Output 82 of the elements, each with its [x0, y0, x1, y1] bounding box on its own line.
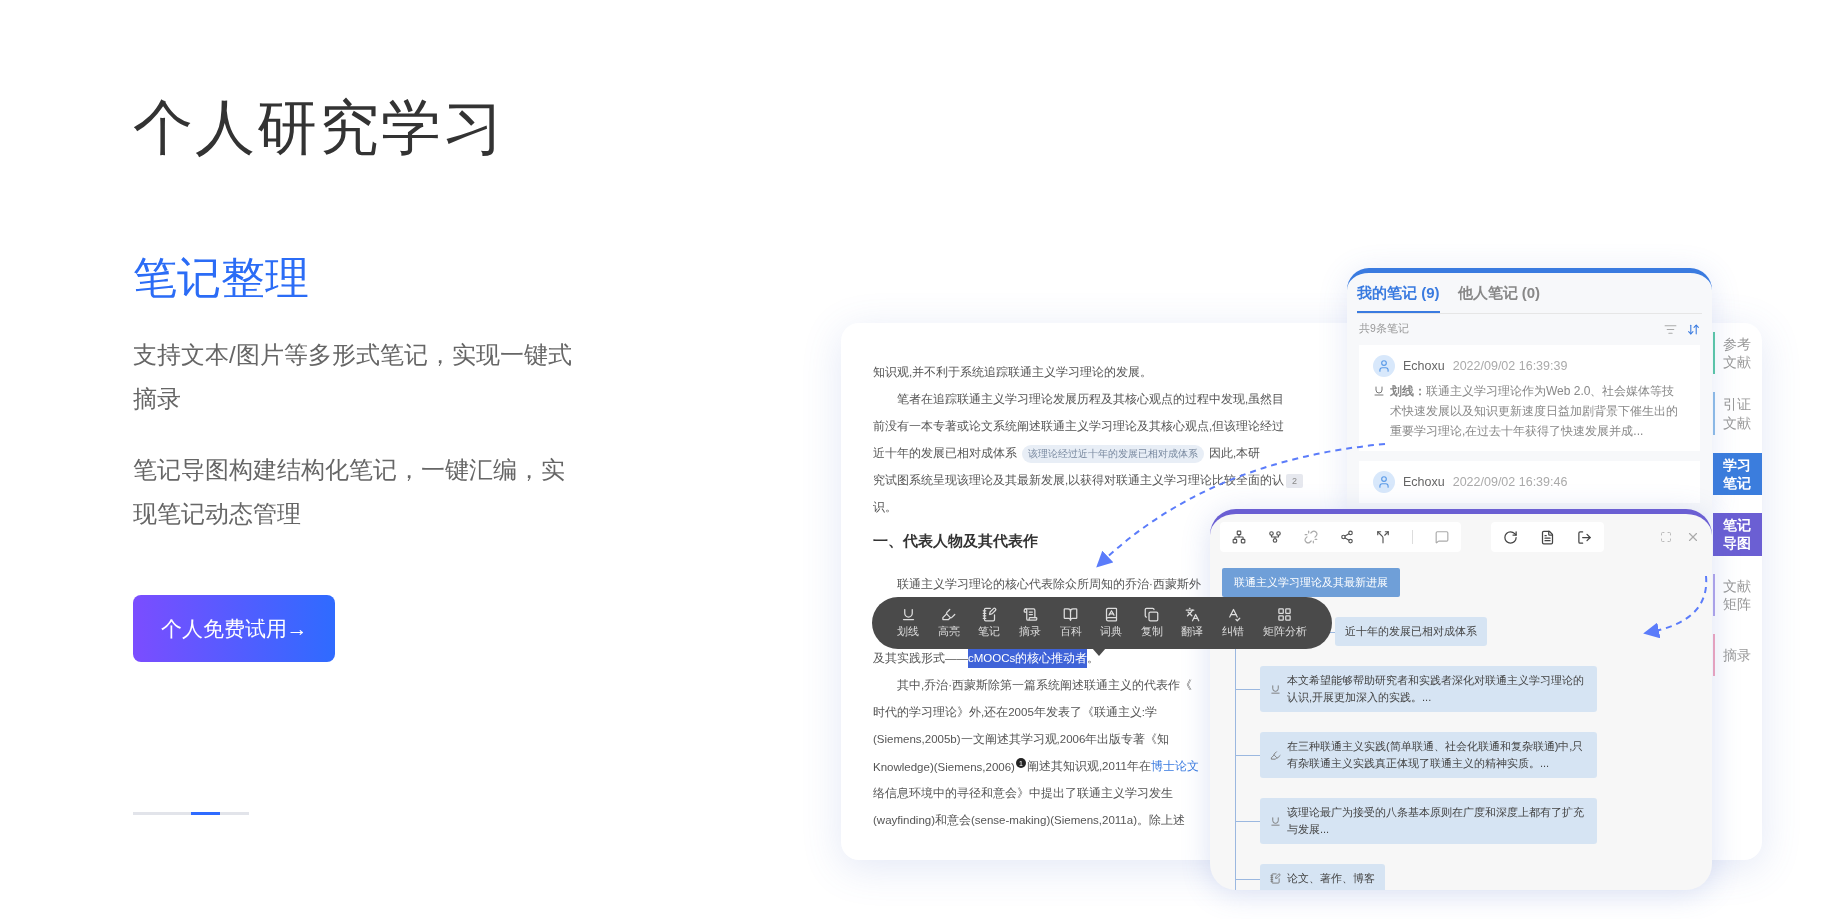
encyclopedia-icon	[1063, 607, 1079, 622]
body-text: Knowledge)(Siemens,2006)	[873, 760, 1015, 773]
note-card[interactable]: Echoxu 2022/09/02 16:39:46	[1359, 461, 1700, 503]
excerpt-icon	[1022, 607, 1038, 622]
filter-icon[interactable]	[1664, 322, 1677, 336]
page-title: 个人研究学习	[133, 93, 505, 163]
feature-description: 笔记导图构建结构化笔记，一键汇编，实现笔记动态管理	[133, 455, 566, 529]
toolbar-button[interactable]: 复制	[1140, 607, 1163, 639]
toolbar-button[interactable]: 纠错	[1222, 607, 1245, 639]
body-text: 近十年的发展已相对成体系	[873, 446, 1017, 461]
mind-map-node[interactable]: 近十年的发展已相对成体系	[1335, 617, 1487, 646]
body-text: 笔者在追踪联通主义学习理论发展历程及其核心观点的过程中发现,虽然目	[897, 392, 1285, 407]
toolbar-button[interactable]: 矩阵分析	[1262, 607, 1307, 639]
avatar-icon	[1373, 355, 1395, 377]
avatar-icon	[1373, 471, 1395, 493]
refresh-icon[interactable]	[1503, 529, 1518, 545]
note-icon	[1270, 873, 1281, 884]
body-text: (wayfinding)和意会(sense-making)(Siemens,2011a)。除上述	[873, 813, 1185, 828]
toolbar-button[interactable]: 划线	[897, 607, 920, 639]
side-tab[interactable]: 笔记导图	[1713, 513, 1762, 556]
note-time: 2022/09/02 16:39:39	[1452, 359, 1568, 373]
dashed-arrow	[1643, 575, 1708, 638]
notes-tab[interactable]: 我的笔记 (9)	[1357, 283, 1440, 313]
body-text: 联通主义学习理论的核心代表除众所周知的乔治·西蒙斯外	[897, 577, 1201, 592]
body-text: 时代的学习理论》外,还在2005年发表了《联通主义:学	[873, 705, 1157, 720]
underline-icon	[1373, 385, 1385, 397]
sort-icon[interactable]	[1687, 322, 1700, 336]
pen-icon	[1270, 749, 1281, 761]
export-icon[interactable]	[1577, 529, 1592, 545]
body-text: 阐述其知识观,2011年在	[1026, 759, 1151, 774]
translate-icon	[1184, 607, 1200, 622]
highlight-icon	[941, 607, 957, 622]
matrix-icon	[1277, 607, 1293, 622]
body-text: (Siemens,2005b)一文阐述其学习观,2006年出版专著《知	[873, 732, 1170, 747]
note-icon	[982, 607, 997, 622]
note-text: 划线：联通主义学习理论作为Web 2.0、社会媒体等技术快速发展以及知识更新速度日益加剧背景下催生出的重要学习理论,在过去十年获得了快速发展并成...	[1390, 383, 1679, 440]
branch-icon[interactable]	[1268, 530, 1282, 544]
mind-map-node[interactable]: 在三种联通主义实践(简单联通、社会化联通和复杂联通)中,只有杂联通主义实践真正体现了联通主义的精神实质。...	[1260, 732, 1597, 778]
free-trial-button[interactable]: 个人免费试用→	[133, 595, 335, 662]
feature-description: 支持文本/图片等多形式笔记，实现一键式摘录	[133, 340, 573, 414]
close-icon[interactable]	[1686, 530, 1700, 544]
mind-map-node[interactable]: 该理论最广为接受的八条基本原则在广度和深度上都有了扩充与发展...	[1260, 798, 1597, 844]
toolbar-button[interactable]: 摘录	[1019, 607, 1042, 639]
quote-tag: 该理论经过近十年的发展已相对成体系	[1022, 444, 1204, 463]
count-badge: 2	[1286, 473, 1303, 488]
note-author: Echoxu	[1403, 359, 1445, 373]
note-time: 2022/09/02 16:39:46	[1452, 475, 1568, 489]
mind-map-node[interactable]: 论文、著作、博客	[1260, 864, 1385, 890]
notes-count: 共9条笔记	[1359, 322, 1409, 337]
unlink-icon[interactable]	[1304, 530, 1318, 544]
underline-icon	[1270, 815, 1281, 827]
body-text: 其中,乔治·西蒙斯除第一篇系统阐述联通主义的代表作《	[897, 678, 1193, 693]
toolbar-button[interactable]: 翻译	[1181, 607, 1204, 639]
body-text: 识。	[873, 500, 897, 515]
note-author: Echoxu	[1403, 475, 1445, 489]
copy-icon	[1144, 607, 1160, 622]
body-text: 前没有一本专著或论文系统阐述联通主义学习理论及其核心观点,但该理论经过	[873, 419, 1285, 434]
share-icon[interactable]	[1340, 530, 1354, 544]
section-title: 笔记整理	[133, 252, 309, 304]
toolbar-button[interactable]: 高亮	[937, 607, 960, 639]
body-text: 及其实践形式——	[873, 651, 968, 666]
toolbar-button[interactable]: 百科	[1059, 607, 1082, 639]
mind-map-node[interactable]: 本文希望能够帮助研究者和实践者深化对联通主义学习理论的认识,开展更加深入的实践。...	[1260, 666, 1597, 712]
side-tab[interactable]: 学习笔记	[1713, 452, 1762, 496]
underline-icon	[1270, 683, 1281, 695]
toolbar-button[interactable]: 词典	[1100, 607, 1123, 639]
comment-icon[interactable]	[1435, 530, 1449, 544]
body-text: 知识观,并不利于系统追踪联通主义学习理论的发展。	[873, 365, 1153, 380]
link[interactable]: 博士论文	[1150, 759, 1199, 774]
fullscreen-icon[interactable]	[1660, 531, 1672, 543]
underline-icon	[900, 607, 916, 622]
body-text: 。	[1087, 651, 1100, 666]
document-icon[interactable]	[1540, 529, 1555, 545]
body-text: 因此,本研	[1209, 446, 1261, 461]
dictionary-icon	[1103, 607, 1119, 622]
toolbar-button[interactable]: 笔记	[978, 607, 1001, 639]
body-text: 络信息环境中的寻径和意会》中提出了联通主义学习发生	[873, 786, 1173, 801]
tree-icon[interactable]	[1232, 530, 1246, 544]
selected-text: cMOOCs的核心推动者	[968, 649, 1088, 668]
note-card[interactable]: Echoxu 2022/09/02 16:39:39 划线：联通主义学习理论作为Web 2.0、社会媒体等技术快速发展以及知识更新速度日益加剧背景下催生出的重要学习理论,在过去十年获得了快速发展并成...	[1359, 345, 1700, 451]
body-text: 一、代表人物及其代表作	[873, 531, 1038, 551]
split-icon[interactable]	[1376, 530, 1390, 544]
